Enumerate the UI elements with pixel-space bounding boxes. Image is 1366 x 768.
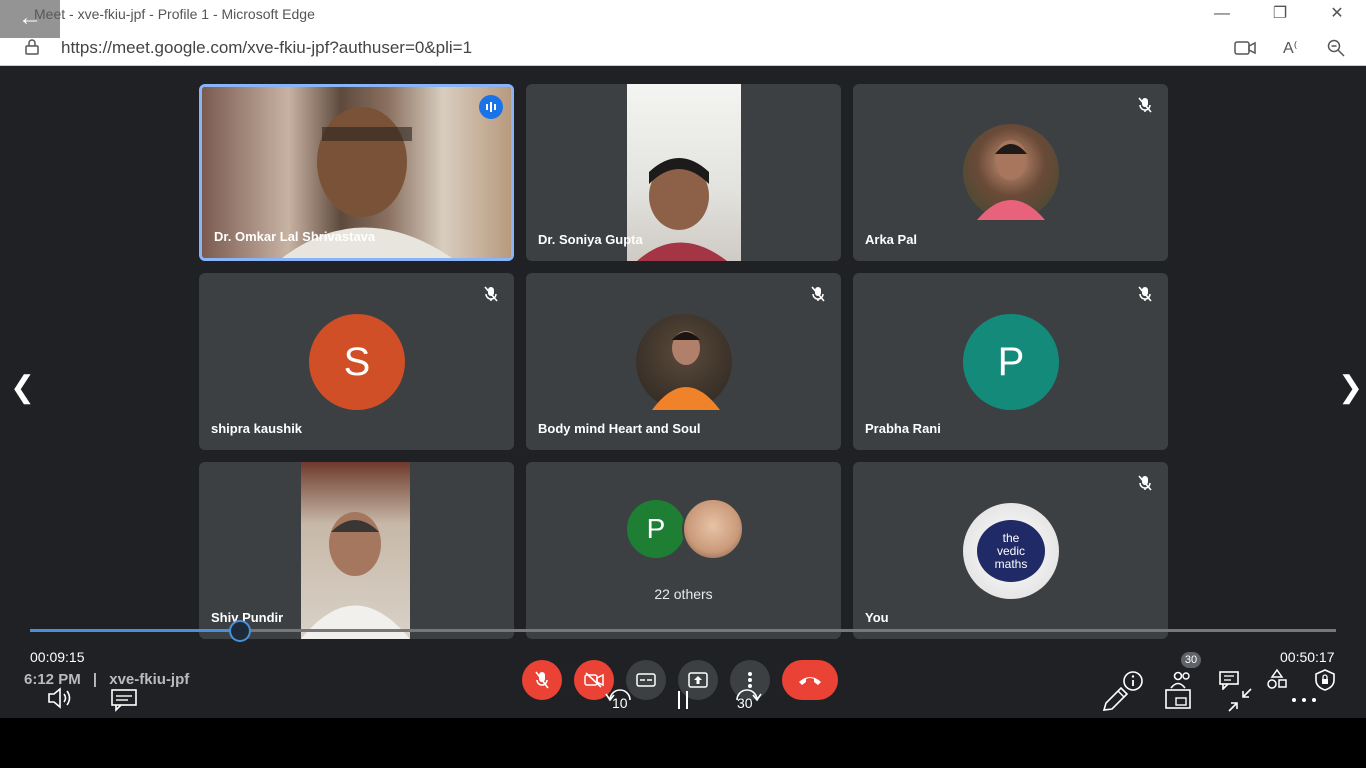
participant-name: You	[865, 610, 889, 625]
participant-name: Prabha Rani	[865, 421, 941, 436]
url-text[interactable]: https://meet.google.com/xve-fkiu-jpf?aut…	[61, 38, 472, 58]
mic-muted-icon	[1134, 94, 1156, 116]
total-time: 00:50:17	[1280, 649, 1335, 665]
player-bottom-area	[0, 718, 1366, 768]
participant-name: Arka Pal	[865, 232, 918, 247]
logo-word: the	[1002, 530, 1020, 545]
rewind-seconds: 10	[612, 695, 628, 711]
present-screen-icon	[688, 672, 708, 688]
mic-muted-icon	[480, 283, 502, 305]
captions-icon	[636, 673, 656, 687]
minimize-icon[interactable]: —	[1212, 4, 1232, 24]
hang-up-icon	[799, 677, 821, 685]
profile-photo-avatar	[963, 124, 1059, 220]
forward-seconds: 30	[737, 695, 753, 711]
participant-tile[interactable]: the vedic maths You	[853, 462, 1168, 639]
participant-tile[interactable]: Dr. Omkar Lal Shrivastava	[199, 84, 514, 261]
leave-call-button[interactable]	[782, 660, 838, 700]
participant-tile[interactable]: Body mind Heart and Soul	[526, 273, 841, 450]
participant-video	[627, 84, 741, 261]
participant-tile[interactable]: Arka Pal	[853, 84, 1168, 261]
seek-bar-fill	[30, 629, 240, 632]
participant-tile[interactable]: Dr. Soniya Gupta	[526, 84, 841, 261]
exit-fullscreen-icon[interactable]	[1226, 686, 1254, 714]
more-horizontal-icon[interactable]	[1290, 696, 1318, 704]
profile-photo-avatar	[682, 498, 744, 560]
person-silhouette	[637, 158, 727, 261]
participant-name: Dr. Omkar Lal Shrivastava	[214, 229, 376, 244]
person-silhouette	[301, 512, 410, 639]
read-aloud-icon[interactable]: A⁽	[1283, 38, 1298, 58]
window-title: Meet - xve-fkiu-jpf - Profile 1 - Micros…	[34, 6, 315, 22]
mic-off-icon	[535, 671, 549, 689]
meeting-code: xve-fkiu-jpf	[109, 671, 190, 688]
participant-name: shipra kaushik	[211, 421, 303, 436]
letter-avatar: S	[309, 314, 405, 410]
mini-player-icon[interactable]	[1164, 688, 1192, 710]
logo-word: maths	[994, 556, 1028, 571]
seek-bar-handle[interactable]	[229, 620, 251, 642]
participant-name: Body mind Heart and Soul	[538, 421, 701, 436]
pen-icon[interactable]	[1100, 686, 1130, 714]
mic-muted-icon	[1134, 472, 1156, 494]
vedic-maths-logo: the vedic maths	[963, 503, 1059, 599]
address-bar: https://meet.google.com/xve-fkiu-jpf?aut…	[0, 30, 1366, 66]
letter-avatar: P	[963, 314, 1059, 410]
lock-icon	[25, 39, 39, 55]
browser-titlebar: Meet - xve-fkiu-jpf - Profile 1 - Micros…	[0, 0, 1366, 30]
host-controls-icon[interactable]	[1314, 668, 1336, 692]
participant-tile[interactable]: P Prabha Rani	[853, 273, 1168, 450]
people-icon[interactable]	[1170, 670, 1192, 690]
mic-muted-icon	[807, 283, 829, 305]
chevron-right-icon[interactable]: ❯	[1338, 370, 1363, 405]
activities-icon[interactable]	[1266, 668, 1288, 690]
elapsed-time: 00:09:15	[30, 649, 85, 665]
subtitles-icon[interactable]	[110, 688, 138, 712]
video-camera-icon[interactable]	[1234, 40, 1256, 56]
participant-video	[301, 462, 410, 639]
participant-tile[interactable]: Shiv Pundir	[199, 462, 514, 639]
chevron-left-icon[interactable]: ❮	[10, 370, 35, 405]
zoom-icon[interactable]	[1327, 39, 1345, 57]
profile-photo-avatar	[636, 314, 732, 410]
mic-muted-icon	[1134, 283, 1156, 305]
participant-tile[interactable]: S shipra kaushik	[199, 273, 514, 450]
pause-icon[interactable]	[676, 690, 690, 710]
mic-toggle-button[interactable]	[522, 660, 562, 700]
forward-button[interactable]: 30	[731, 684, 763, 716]
camera-off-icon	[584, 672, 604, 688]
restore-icon[interactable]: ❐	[1270, 4, 1290, 24]
participant-count-badge: 30	[1181, 652, 1201, 668]
speaking-indicator-icon	[479, 95, 503, 119]
rewind-button[interactable]: 10	[604, 684, 636, 716]
back-arrow-icon[interactable]: ←	[0, 0, 60, 38]
logo-word: vedic	[996, 543, 1025, 558]
close-icon[interactable]: ✕	[1327, 4, 1347, 24]
others-tile[interactable]: P 22 others	[526, 462, 841, 639]
separator: |	[92, 671, 98, 688]
participant-name: Dr. Soniya Gupta	[538, 232, 643, 247]
letter-avatar: P	[625, 498, 687, 560]
volume-icon[interactable]	[46, 686, 76, 710]
others-count-label: 22 others	[654, 586, 713, 602]
